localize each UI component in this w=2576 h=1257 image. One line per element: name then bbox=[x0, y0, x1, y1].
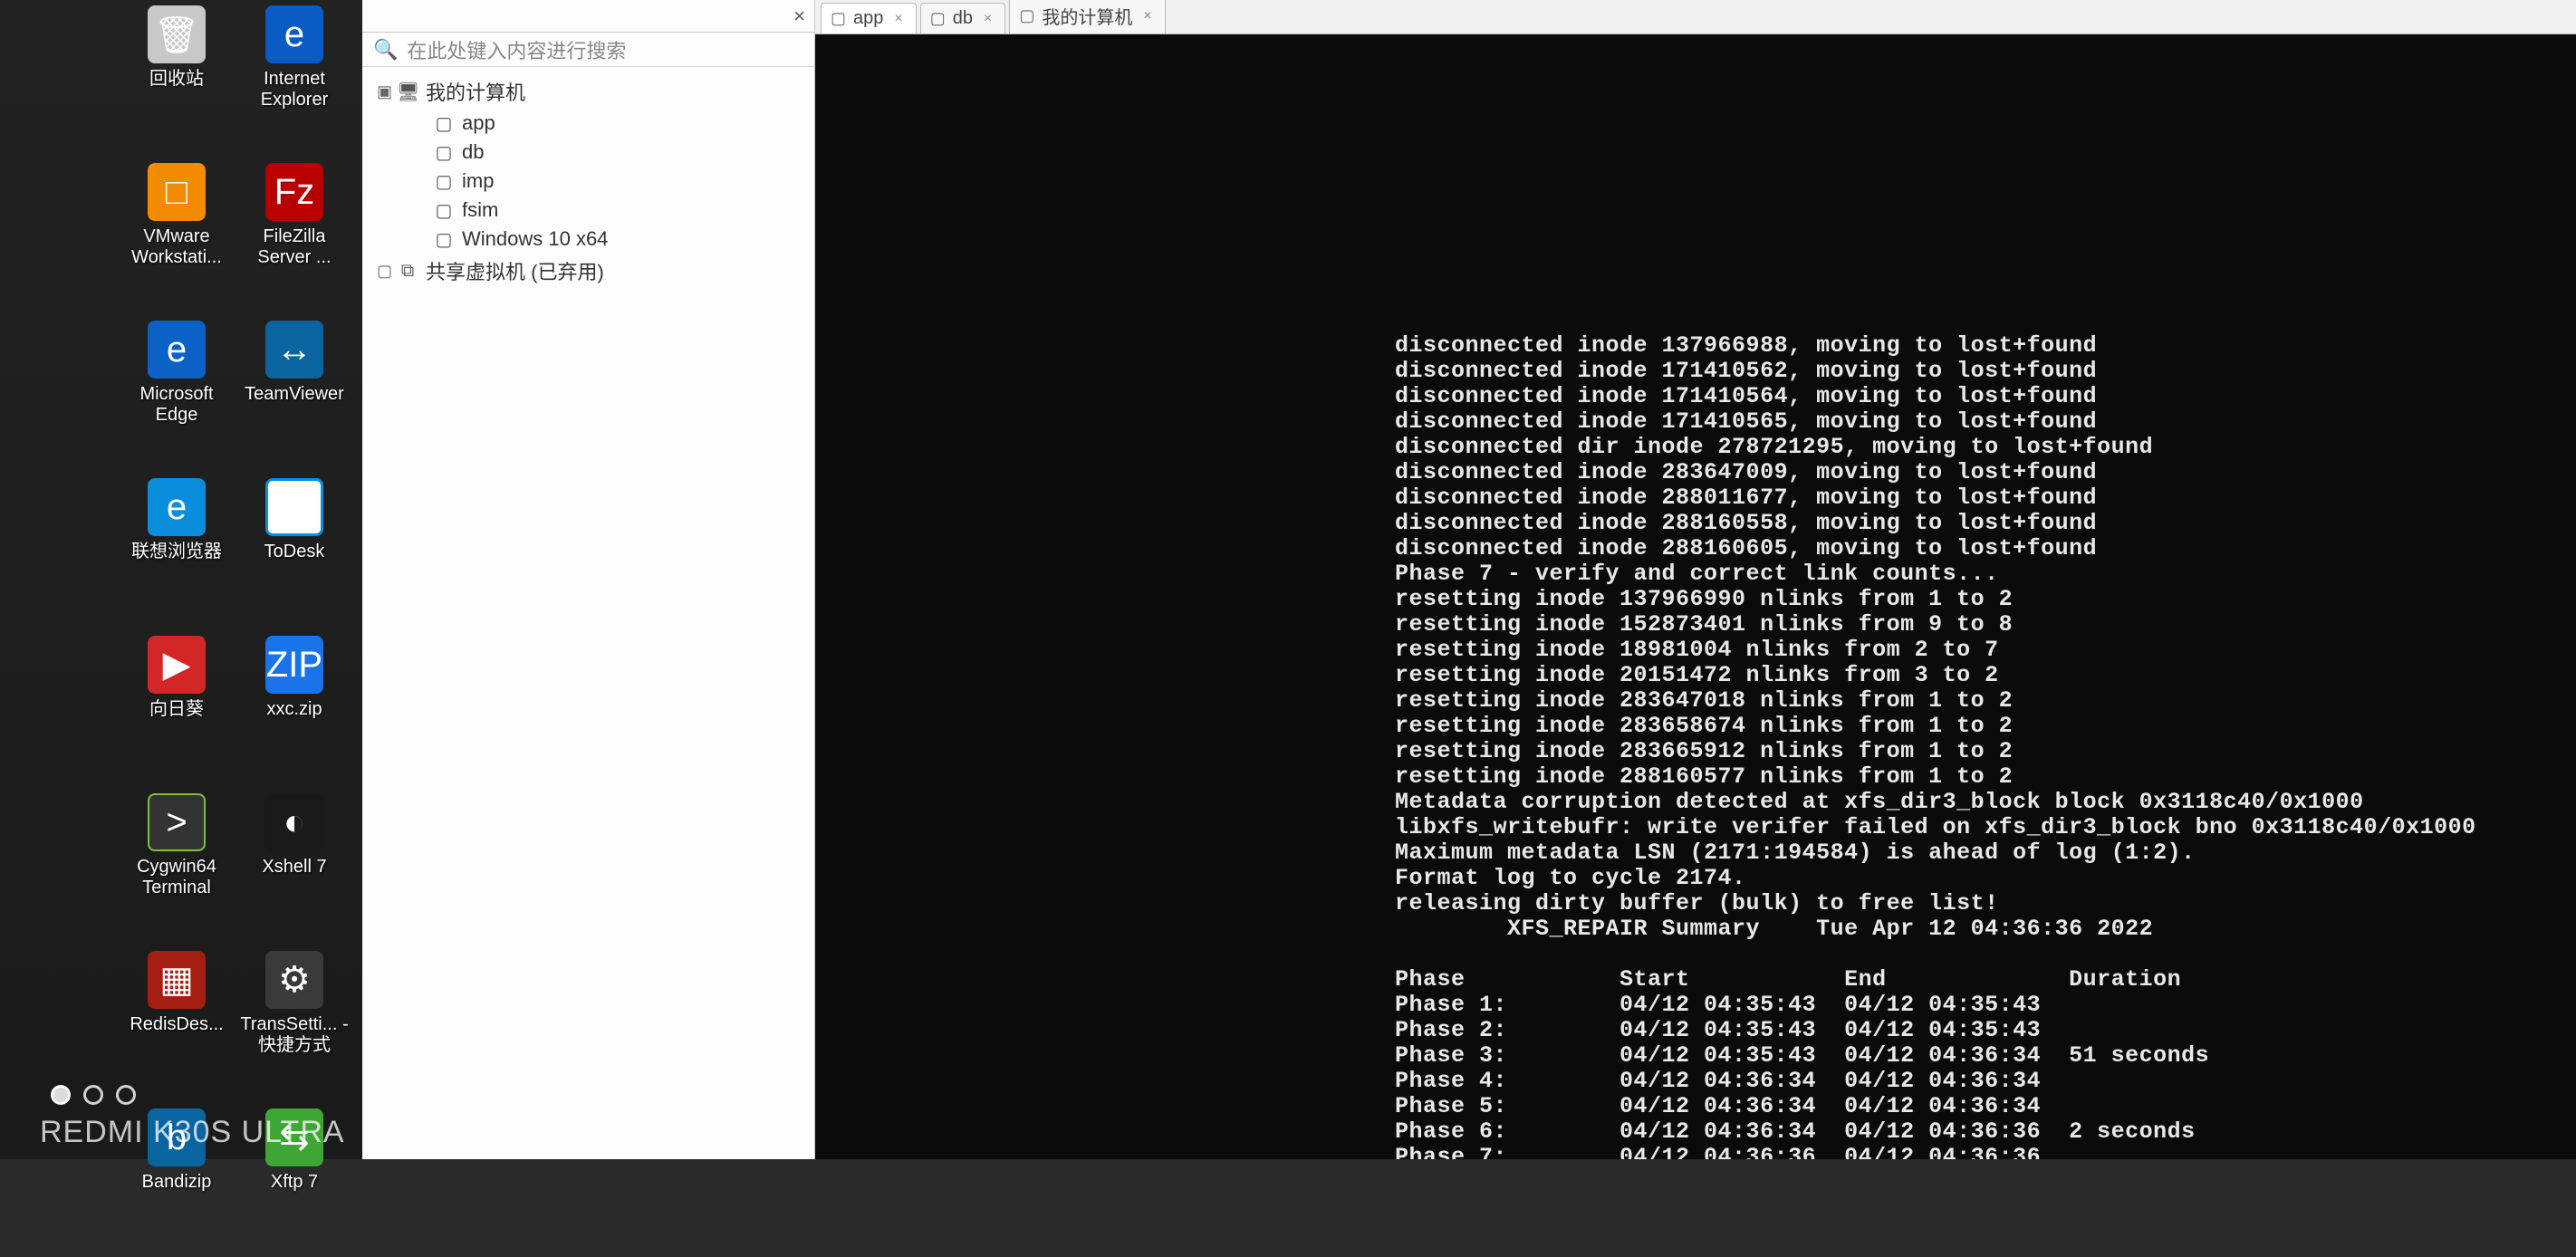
desktop-icon-label: Microsoft Edge bbox=[122, 384, 231, 426]
recycle-icon: 🗑 bbox=[148, 5, 206, 63]
tree-shared-label: 共享虚拟机 (已弃用) bbox=[426, 256, 604, 285]
tree-vm-label: Windows 10 x64 bbox=[462, 227, 608, 251]
vm-library-panel: × 🔍 在此处键入内容进行搜索 ▣ 🖥 我的计算机 ▢ app ▢ db ▢ imp ▢ fs… bbox=[362, 0, 815, 1159]
tree-vm-db[interactable]: ▢ db bbox=[368, 138, 809, 167]
desktop-icon-redis[interactable]: ▦ RedisDes... bbox=[118, 945, 235, 1099]
tab-app[interactable]: ▢ app × bbox=[821, 3, 917, 34]
tab-label: db bbox=[953, 8, 973, 29]
desktop-icon-label: Bandizip bbox=[142, 1172, 212, 1193]
collapse-icon[interactable]: ▢ bbox=[377, 262, 389, 281]
desktop-icon-todesk[interactable]: T ToDesk bbox=[235, 473, 353, 627]
xshell-icon: ◐ bbox=[265, 793, 323, 851]
desktop-icon-cygwin[interactable]: > Cygwin64 Terminal bbox=[118, 788, 235, 942]
desktop-icon-label: ToDesk bbox=[264, 542, 325, 562]
collapse-icon[interactable]: ▣ bbox=[377, 82, 389, 101]
desktop-icon-zip[interactable]: ZIP xxc.zip bbox=[235, 630, 353, 784]
vm-icon: ▢ bbox=[433, 228, 455, 251]
tree-vm-label: db bbox=[462, 140, 484, 164]
desktop-icon-label: TeamViewer bbox=[245, 384, 344, 405]
tree-vm-label: imp bbox=[462, 169, 494, 193]
vmware-icon: □ bbox=[148, 163, 206, 221]
tree-vm-app[interactable]: ▢ app bbox=[368, 109, 809, 138]
teamviewer-icon: ↔ bbox=[265, 321, 323, 379]
computer-icon: 🖥 bbox=[397, 81, 418, 103]
tab-mycomputer[interactable]: ▢ 我的计算机 × bbox=[1009, 0, 1165, 34]
zip-icon: ZIP bbox=[265, 636, 323, 694]
tree-vm-fsim[interactable]: ▢ fsim bbox=[368, 196, 809, 225]
trans-icon: ⚙ bbox=[265, 951, 323, 1009]
tree-shared-vms[interactable]: ▢ ⧉ 共享虚拟机 (已弃用) bbox=[368, 254, 809, 288]
phone-model-watermark: REDMI K30S ULTRA bbox=[40, 1115, 345, 1150]
desktop-icon-sunflower[interactable]: ▶ 向日葵 bbox=[118, 630, 235, 784]
tree-vm-win10[interactable]: ▢ Windows 10 x64 bbox=[368, 225, 809, 254]
edge-icon: e bbox=[148, 321, 206, 379]
desktop-icon-label: TransSetti... - 快捷方式 bbox=[240, 1014, 349, 1056]
vmware-window: × 🔍 在此处键入内容进行搜索 ▣ 🖥 我的计算机 ▢ app ▢ db ▢ imp ▢ fs… bbox=[362, 0, 2576, 1159]
desktop-icon-label: VMware Workstati... bbox=[122, 226, 231, 268]
desktop-icon-xshell[interactable]: ◐ Xshell 7 bbox=[235, 788, 353, 942]
tree-vm-label: app bbox=[462, 111, 495, 135]
vm-icon: ▢ bbox=[433, 141, 455, 164]
cygwin-icon: > bbox=[148, 793, 206, 851]
tree-vm-imp[interactable]: ▢ imp bbox=[368, 167, 809, 196]
tab-label: 我的计算机 bbox=[1042, 3, 1132, 29]
desktop-icon-ie[interactable]: e Internet Explorer bbox=[235, 0, 353, 154]
vm-icon: ▢ bbox=[433, 112, 455, 135]
desktop-icon-label: RedisDes... bbox=[130, 1014, 223, 1035]
vm-tabbar: ▢ app × ▢ db × ▢ 我的计算机 × bbox=[815, 0, 2576, 34]
vm-console[interactable]: disconnected inode 137966988, moving to … bbox=[815, 34, 2576, 1159]
tree-vm-label: fsim bbox=[462, 198, 498, 222]
desktop-icon-label: Cygwin64 Terminal bbox=[122, 857, 231, 898]
desktop-icon-label: xxc.zip bbox=[266, 699, 322, 720]
tab-close-icon[interactable]: × bbox=[1143, 8, 1151, 24]
desktop-icon-label: 联想浏览器 bbox=[131, 542, 222, 562]
desktop-icon-grid: 🗑 回收站 e Internet Explorer □ VMware Workstati.… bbox=[118, 0, 353, 1257]
tab-vm-icon: ▢ bbox=[831, 9, 846, 28]
vm-workbench: ▢ app × ▢ db × ▢ 我的计算机 × disconnected inode 1379… bbox=[815, 0, 2576, 1159]
search-icon: 🔍 bbox=[373, 38, 398, 62]
filezilla-icon: Fz bbox=[265, 163, 323, 221]
lenovo-icon: e bbox=[148, 478, 206, 536]
desktop-icon-filezilla[interactable]: Fz FileZilla Server ... bbox=[235, 158, 353, 312]
desktop-icon-vmware[interactable]: □ VMware Workstati... bbox=[118, 158, 235, 312]
library-header: × bbox=[362, 0, 814, 33]
todesk-icon: T bbox=[265, 478, 323, 536]
desktop-icon-recycle[interactable]: 🗑 回收站 bbox=[118, 0, 235, 154]
desktop-icon-label: Xshell 7 bbox=[262, 857, 326, 878]
desktop-icon-label: 回收站 bbox=[149, 69, 204, 90]
sunflower-icon: ▶ bbox=[148, 636, 206, 694]
tab-label: app bbox=[853, 8, 883, 29]
library-tree: ▣ 🖥 我的计算机 ▢ app ▢ db ▢ imp ▢ fsim ▢ Windows 10 x6… bbox=[362, 67, 814, 295]
desktop-icon-trans[interactable]: ⚙ TransSetti... - 快捷方式 bbox=[235, 945, 353, 1099]
shared-icon: ⧉ bbox=[397, 261, 418, 282]
tree-root-mycomputer[interactable]: ▣ 🖥 我的计算机 bbox=[368, 74, 809, 109]
desktop-icon-edge[interactable]: e Microsoft Edge bbox=[118, 315, 235, 469]
desktop-icon-label: Xftp 7 bbox=[271, 1172, 318, 1193]
redis-icon: ▦ bbox=[148, 951, 206, 1009]
tab-db[interactable]: ▢ db × bbox=[920, 3, 1006, 34]
desktop-icon-teamviewer[interactable]: ↔ TeamViewer bbox=[235, 315, 353, 469]
vm-icon: ▢ bbox=[433, 199, 455, 222]
desktop-icon-label: Internet Explorer bbox=[240, 69, 349, 110]
desktop-icon-label: 向日葵 bbox=[149, 699, 204, 720]
search-placeholder: 在此处键入内容进行搜索 bbox=[407, 35, 626, 64]
tree-root-label: 我的计算机 bbox=[426, 77, 525, 106]
tab-close-icon[interactable]: × bbox=[984, 11, 992, 27]
desktop-icon-label: FileZilla Server ... bbox=[240, 226, 349, 268]
desktop-icon-lenovo[interactable]: e 联想浏览器 bbox=[118, 473, 235, 627]
close-panel-icon[interactable]: × bbox=[793, 5, 805, 28]
camera-indicator-dots bbox=[51, 1085, 136, 1105]
tab-vm-icon: ▢ bbox=[1019, 6, 1034, 25]
vm-icon: ▢ bbox=[433, 170, 455, 193]
library-search[interactable]: 🔍 在此处键入内容进行搜索 bbox=[362, 33, 814, 67]
tab-close-icon[interactable]: × bbox=[894, 11, 902, 27]
ie-icon: e bbox=[265, 5, 323, 63]
tab-vm-icon: ▢ bbox=[930, 9, 946, 28]
